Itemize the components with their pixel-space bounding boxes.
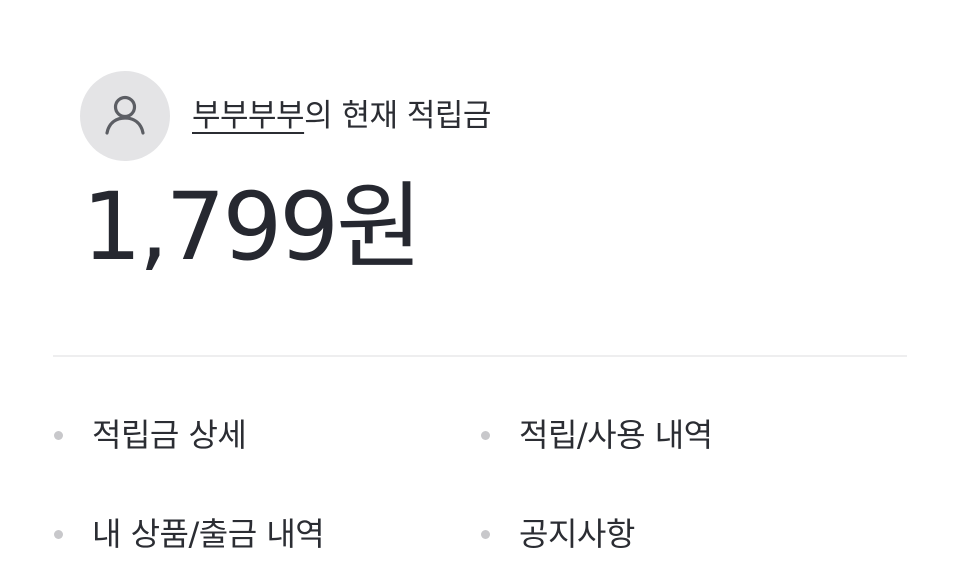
bullet-icon xyxy=(54,430,63,440)
bullet-icon xyxy=(481,529,490,539)
points-greeting: 부부부부의 현재 적립금 xyxy=(192,96,491,136)
menu-item-points-detail[interactable]: 적립금 상세 xyxy=(54,415,247,455)
menu-item-label: 적립/사용 내역 xyxy=(519,416,713,454)
menu-item-label: 적립금 상세 xyxy=(92,416,247,454)
bullet-icon xyxy=(54,529,63,539)
menu-item-earn-use-history[interactable]: 적립/사용 내역 xyxy=(481,415,713,455)
menu-item-label: 공지사항 xyxy=(519,515,635,553)
points-page: 부부부부의 현재 적립금 1,799원 적립금 상세 적립/사용 내역 내 상품… xyxy=(0,0,960,577)
points-balance: 1,799원 xyxy=(82,173,423,282)
menu-item-products-withdrawals[interactable]: 내 상품/출금 내역 xyxy=(54,514,325,554)
profile-header: 부부부부의 현재 적립금 xyxy=(80,71,491,161)
avatar[interactable] xyxy=(80,71,170,161)
bullet-icon xyxy=(481,430,490,440)
divider xyxy=(53,355,907,357)
user-icon xyxy=(105,95,145,135)
menu-item-label: 내 상품/출금 내역 xyxy=(92,515,325,553)
greeting-suffix: 의 현재 적립금 xyxy=(304,98,491,134)
menu-item-notices[interactable]: 공지사항 xyxy=(481,514,635,554)
username-link[interactable]: 부부부부 xyxy=(192,98,305,134)
